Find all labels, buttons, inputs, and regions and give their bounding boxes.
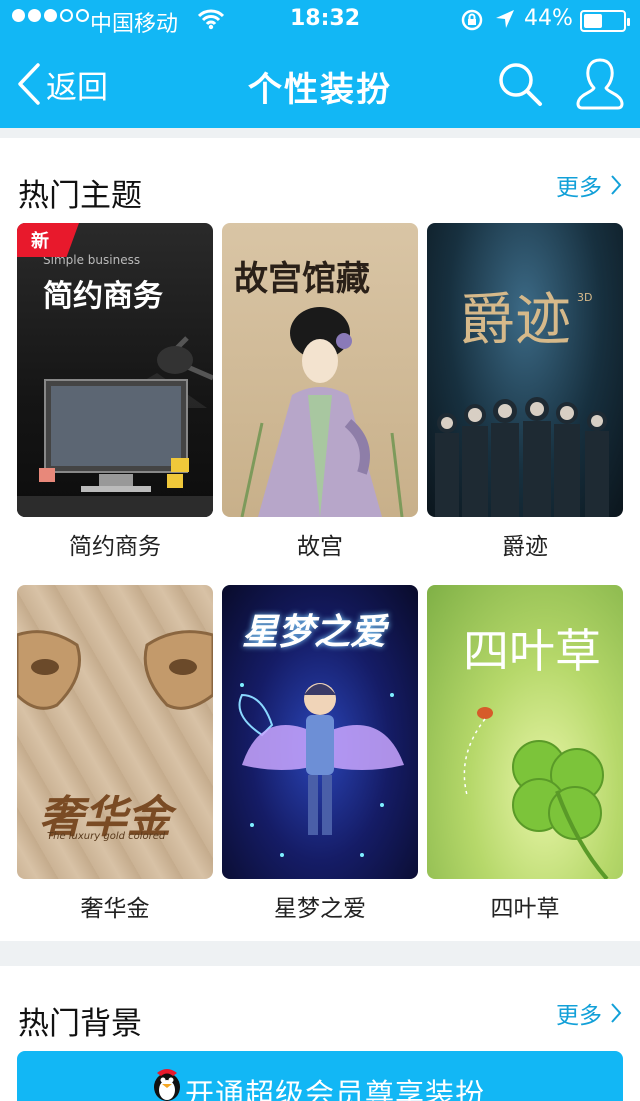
desk-lamp-monitor-illustration bbox=[17, 336, 213, 517]
palace-lady-illustration bbox=[240, 307, 404, 517]
theme-card-luxury-gold[interactable]: 奢华金 The luxury gold colored 奢华金 bbox=[17, 585, 213, 922]
carrier-name: 中国移动 bbox=[90, 12, 179, 37]
theme-name: 故宫 bbox=[297, 534, 343, 560]
open-super-vip-button[interactable]: 开通超级会员尊享装扮 bbox=[17, 1051, 623, 1101]
battery-icon bbox=[580, 10, 630, 32]
theme-card-star-dream-love[interactable]: 星梦之爱 星梦之爱 bbox=[222, 585, 418, 922]
thumb-title: 爵迹 bbox=[459, 288, 571, 353]
more-themes-link[interactable]: 更多 bbox=[556, 168, 622, 202]
top-bar: 中国移动 18:32 44% 返回 个性装扮 bbox=[0, 0, 640, 128]
thumb-3d-mark: 3D bbox=[577, 291, 593, 304]
battery-level bbox=[584, 14, 602, 28]
theme-name: 奢华金 bbox=[80, 896, 150, 922]
theme-name: 简约商务 bbox=[69, 534, 161, 560]
more-label: 更多 bbox=[556, 175, 602, 201]
qq-penguin-icon bbox=[154, 1069, 180, 1101]
chevron-right-icon bbox=[611, 175, 622, 195]
theme-thumbnail: 星梦之爱 bbox=[222, 585, 418, 879]
theme-name: 四叶草 bbox=[490, 896, 560, 922]
section-title: 热门主题 bbox=[18, 178, 142, 214]
theme-thumbnail: 故宫馆藏 bbox=[222, 223, 418, 517]
page-title: 个性装扮 bbox=[248, 70, 392, 110]
battery-percent: 44% bbox=[524, 6, 573, 31]
hot-themes-section: 热门主题 更多 Simple business 简约商务 新 简约商务 故宫馆藏… bbox=[0, 138, 640, 941]
search-icon[interactable] bbox=[496, 60, 544, 108]
theme-thumbnail: 四叶草 bbox=[427, 585, 623, 879]
chevron-right-icon bbox=[611, 1003, 622, 1023]
cast-silhouettes-illustration bbox=[435, 397, 609, 517]
winged-boy-illustration bbox=[238, 683, 404, 857]
theme-thumbnail: Simple business 简约商务 新 bbox=[17, 223, 213, 517]
status-time: 18:32 bbox=[290, 6, 361, 31]
thumb-title: 星梦之爱 bbox=[242, 612, 387, 653]
more-backgrounds-link[interactable]: 更多 bbox=[556, 996, 622, 1030]
location-arrow-icon bbox=[496, 10, 514, 28]
signal-strength-icon bbox=[12, 9, 89, 22]
new-badge: 新 bbox=[17, 223, 79, 257]
theme-name: 星梦之爱 bbox=[274, 896, 366, 922]
theme-thumbnail: 爵迹 3D bbox=[427, 223, 623, 517]
clover-illustration bbox=[463, 707, 609, 879]
theme-card-simple-business[interactable]: Simple business 简约商务 新 简约商务 bbox=[17, 223, 213, 560]
theme-name: 爵迹 bbox=[502, 534, 548, 560]
theme-card-four-leaf-clover[interactable]: 四叶草 四叶草 bbox=[427, 585, 623, 922]
wifi-icon bbox=[198, 9, 224, 30]
thumb-title: 四叶草 bbox=[463, 624, 601, 678]
theme-card-jueji[interactable]: 爵迹 3D 爵迹 bbox=[427, 223, 623, 560]
status-bar: 中国移动 18:32 44% bbox=[0, 0, 640, 40]
user-profile-icon[interactable] bbox=[574, 56, 626, 112]
theme-card-palace[interactable]: 故宫馆藏 故宫 bbox=[222, 223, 418, 560]
more-label: 更多 bbox=[556, 1003, 602, 1029]
rotation-lock-icon bbox=[461, 9, 483, 31]
mask-illustration bbox=[17, 630, 213, 710]
vip-button-label: 开通超级会员尊享装扮 bbox=[185, 1077, 486, 1101]
theme-thumbnail: 奢华金 The luxury gold colored bbox=[17, 585, 213, 879]
section-title: 热门背景 bbox=[18, 1006, 142, 1042]
thumb-title: 简约商务 bbox=[43, 279, 163, 314]
thumb-title: 故宫馆藏 bbox=[234, 259, 370, 299]
thumb-english-text: The luxury gold colored bbox=[47, 831, 166, 842]
